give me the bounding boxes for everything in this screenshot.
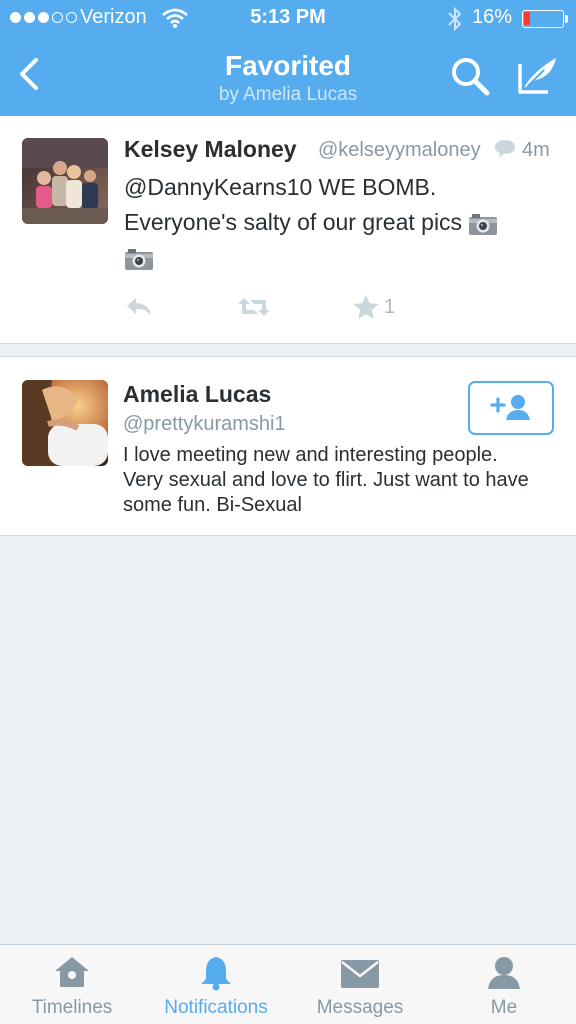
conversation-icon <box>495 140 515 157</box>
retweet-icon[interactable] <box>236 294 272 320</box>
user-bio: I love meeting new and interesting peopl… <box>123 444 529 516</box>
tweet-card[interactable]: Kelsey Maloney @kelseyymaloney 4m @Danny… <box>0 116 576 344</box>
favorite-button[interactable]: 1 <box>352 294 395 320</box>
envelope-icon <box>341 960 379 988</box>
follow-button[interactable] <box>468 381 554 435</box>
tweet-author-avatar[interactable] <box>22 138 108 224</box>
reply-icon[interactable] <box>124 294 154 320</box>
user-handle[interactable]: @prettykuramshi1 <box>123 413 286 436</box>
battery-icon <box>522 10 564 28</box>
user-card[interactable]: Amelia Lucas @prettykuramshi1 I love mee… <box>0 356 576 536</box>
tab-messages[interactable]: Messages <box>288 945 432 1024</box>
tweet-timestamp: 4m <box>522 139 550 161</box>
status-bar: Verizon 5:13 PM 16% <box>0 0 576 36</box>
tab-me[interactable]: Me <box>432 945 576 1024</box>
navigation-header: Verizon 5:13 PM 16% Favorited by Amelia … <box>0 0 576 116</box>
user-name[interactable]: Amelia Lucas <box>123 381 271 408</box>
tab-timelines-label: Timelines <box>31 997 113 1018</box>
camera-icon <box>469 213 498 235</box>
home-icon <box>55 957 89 987</box>
tab-bar: Timelines Notifications Messages Me <box>0 944 576 1024</box>
tweet-text-line-2: Everyone's salty of our great pics <box>124 209 463 235</box>
search-icon[interactable] <box>448 54 492 98</box>
bell-icon <box>201 957 231 991</box>
battery-percent: 16% <box>472 6 513 28</box>
tab-timelines[interactable]: Timelines <box>0 945 144 1024</box>
tab-me-label: Me <box>490 997 518 1018</box>
tweet-text: @DannyKearns10 WE BOMB. Everyone's salty… <box>124 170 554 275</box>
user-avatar[interactable] <box>22 380 108 466</box>
bluetooth-icon <box>448 6 462 32</box>
tab-notifications[interactable]: Notifications <box>144 945 288 1024</box>
compose-tweet-icon[interactable] <box>514 52 562 96</box>
add-user-icon <box>490 395 530 420</box>
person-icon <box>488 957 520 989</box>
favorite-count: 1 <box>384 295 396 318</box>
tab-notifications-label: Notifications <box>164 997 268 1018</box>
tweet-text-line-1: @DannyKearns10 WE BOMB. <box>124 174 437 200</box>
star-icon <box>353 295 379 319</box>
camera-icon <box>125 248 153 270</box>
tweet-author-name[interactable]: Kelsey Maloney <box>124 136 297 163</box>
tab-messages-label: Messages <box>316 997 404 1018</box>
tweet-author-handle[interactable]: @kelseyymaloney <box>318 139 486 162</box>
